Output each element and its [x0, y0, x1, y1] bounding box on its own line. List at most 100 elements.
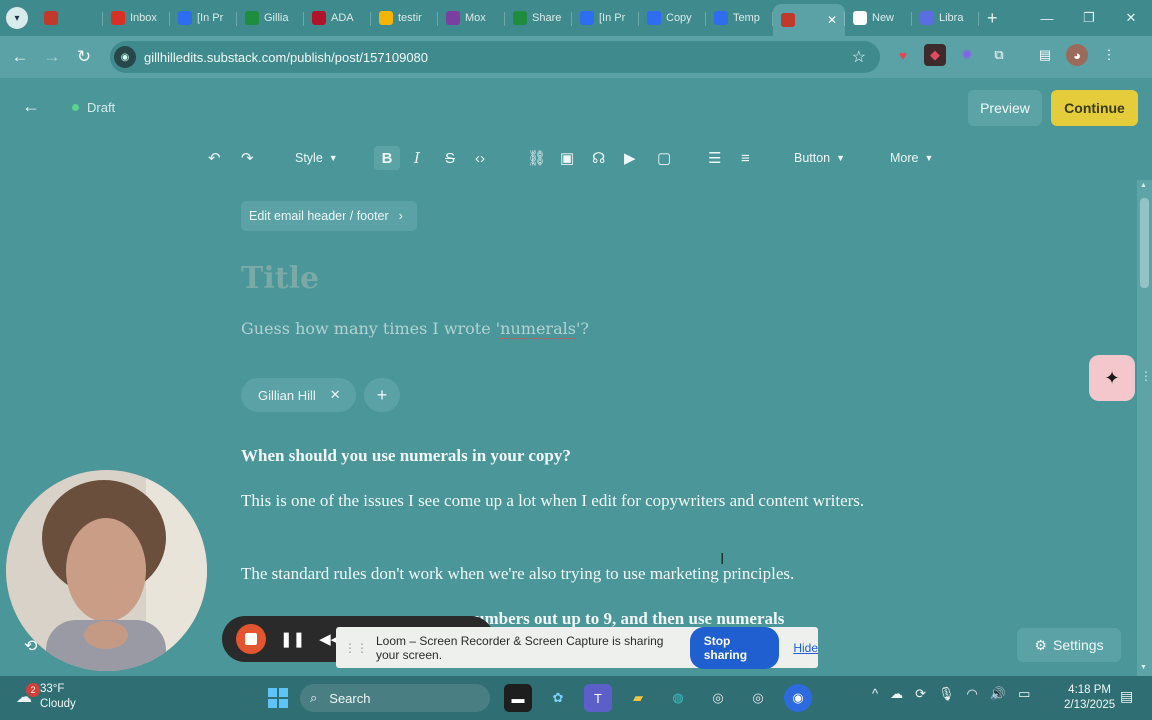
browser-tab[interactable]: [In Pr	[170, 4, 237, 32]
post-heading[interactable]: When should you use numerals in your cop…	[241, 442, 901, 469]
editor-header: ← Draft Preview Continue	[0, 78, 1152, 138]
hide-link[interactable]: Hide	[793, 641, 818, 655]
browser-tab[interactable]: Share	[505, 4, 572, 32]
profile-avatar[interactable]: ◕	[1066, 44, 1088, 66]
chevron-up-icon[interactable]: ^	[872, 686, 878, 702]
windows-start-icon[interactable]	[268, 688, 288, 708]
bookmark-star-icon[interactable]: ☆	[852, 47, 866, 67]
browser-tab[interactable]: Copy	[639, 4, 706, 32]
tab-label: Share	[532, 12, 562, 24]
loom-extension-icon[interactable]: ◆	[924, 44, 946, 66]
scroll-down-icon[interactable]: ▼	[1140, 664, 1147, 671]
page-scrollbar[interactable]: ▲ ▼	[1137, 180, 1152, 676]
code-icon[interactable]: ‹›	[475, 146, 485, 170]
close-window-button[interactable]: ✕	[1110, 0, 1152, 36]
comment-icon[interactable]: ▢	[657, 146, 671, 170]
style-dropdown[interactable]: Style ▼	[295, 146, 338, 170]
notification-icon[interactable]: ▤	[1120, 688, 1133, 705]
stop-sharing-button[interactable]: Stop sharing	[689, 626, 780, 669]
taskbar-search[interactable]: ⌕ Search	[300, 684, 490, 712]
scroll-up-icon[interactable]: ▲	[1140, 182, 1147, 189]
task-view-icon[interactable]: ▬	[504, 684, 532, 712]
audio-icon[interactable]: ☊	[592, 146, 605, 170]
strikethrough-icon[interactable]: S	[445, 146, 455, 170]
floating-extension-button[interactable]: ✦	[1089, 355, 1135, 401]
site-info-icon[interactable]: ◉	[114, 46, 136, 68]
battery-icon[interactable]: ▭	[1018, 686, 1030, 702]
more-dropdown[interactable]: More ▼	[890, 146, 933, 170]
remove-author-icon[interactable]: ✕	[330, 387, 341, 403]
microphone-icon[interactable]: 🎙	[938, 686, 955, 702]
bullet-list-icon[interactable]: ☰	[708, 146, 721, 170]
italic-icon[interactable]: I	[414, 146, 420, 170]
volume-icon[interactable]: 🔊	[990, 686, 1006, 702]
formatting-toolbar: ↶ ↷ Style ▼ B I S ‹› ⛓ ▣ ☊ ▶ ▢ ☰ ≡ Button…	[0, 140, 1152, 176]
author-chip[interactable]: Gillian Hill ✕	[241, 378, 356, 412]
browser-tab[interactable]: ✕	[773, 4, 845, 36]
chrome-icon[interactable]: ◎	[704, 684, 732, 712]
zoom-icon[interactable]: ◉	[784, 684, 812, 712]
history-icon[interactable]: ⟲	[24, 636, 37, 656]
post-subtitle-input[interactable]: Guess how many times I wrote 'numerals'?	[241, 319, 589, 339]
post-paragraph-1[interactable]: This is one of the issues I see come up …	[241, 487, 901, 514]
browser-tab[interactable]: ADA	[304, 4, 371, 32]
preview-button[interactable]: Preview	[968, 90, 1042, 126]
restore-button[interactable]: ❐	[1068, 0, 1110, 36]
settings-button[interactable]: ⚙ Settings	[1017, 628, 1121, 662]
reload-button[interactable]: ↻	[68, 41, 100, 73]
drag-handle-icon[interactable]: ⋮⋮	[1140, 369, 1152, 383]
onedrive-icon[interactable]: ☁	[890, 686, 903, 702]
browser-tab[interactable]: Inbox	[103, 4, 170, 32]
browser-tab[interactable]	[36, 4, 103, 32]
post-paragraph-2[interactable]: The standard rules don't work when we're…	[241, 560, 901, 587]
back-button[interactable]: ←	[4, 41, 36, 73]
teams-icon[interactable]: T	[584, 684, 612, 712]
clock[interactable]: 4:18 PM 2/13/2025	[1064, 683, 1115, 713]
address-bar[interactable]: ◉ gillhilledits.substack.com/publish/pos…	[110, 41, 880, 73]
browser-tab[interactable]: Libra	[912, 4, 979, 32]
puzzle-icon[interactable]: ⧉	[988, 44, 1010, 66]
edge-icon[interactable]: ◍	[664, 684, 692, 712]
continue-button[interactable]: Continue	[1051, 90, 1138, 126]
redo-icon[interactable]: ↷	[241, 146, 254, 170]
file-explorer-icon[interactable]: ▰	[624, 684, 652, 712]
taskbar-apps: ▬ ✿ T ▰ ◍ ◎ ◎ ◉	[504, 684, 812, 712]
back-arrow-icon[interactable]: ←	[22, 96, 40, 117]
scroll-thumb[interactable]	[1140, 198, 1149, 288]
close-tab-icon[interactable]: ✕	[827, 13, 837, 27]
pause-icon[interactable]: ❚❚	[280, 630, 305, 648]
numbered-list-icon[interactable]: ≡	[741, 146, 750, 170]
stop-recording-button[interactable]	[236, 624, 266, 654]
forward-button[interactable]: →	[36, 41, 68, 73]
flower-extension-icon[interactable]: ✺	[956, 44, 978, 66]
wifi-icon[interactable]: ◠	[967, 686, 978, 702]
kebab-menu-icon[interactable]: ⋮	[1098, 44, 1120, 66]
browser-tab[interactable]: New	[845, 4, 912, 32]
weather-widget[interactable]: ☁ 2 33°F Cloudy	[16, 682, 76, 712]
copilot-icon[interactable]: ✿	[544, 684, 572, 712]
pocket-icon[interactable]: ♥	[892, 44, 914, 66]
browser-tab[interactable]: Temp	[706, 4, 773, 32]
reading-list-icon[interactable]: ▤	[1034, 44, 1056, 66]
button-dropdown[interactable]: Button ▼	[794, 146, 845, 170]
tab-label: Copy	[666, 12, 692, 24]
post-title-input[interactable]: Title	[241, 261, 319, 296]
bold-icon[interactable]: B	[374, 146, 400, 170]
browser-tab[interactable]: Gillia	[237, 4, 304, 32]
video-icon[interactable]: ▶	[624, 146, 636, 170]
drag-handle-icon[interactable]: ⋮⋮	[344, 641, 368, 655]
add-author-button[interactable]: +	[364, 378, 400, 412]
browser-tab[interactable]: [In Pr	[572, 4, 639, 32]
image-icon[interactable]: ▣	[560, 146, 574, 170]
sync-icon[interactable]: ⟳	[915, 686, 926, 702]
tab-search-button[interactable]: ▾	[6, 7, 28, 29]
edit-email-header-button[interactable]: Edit email header / footer ›	[241, 201, 417, 231]
undo-icon[interactable]: ↶	[208, 146, 221, 170]
minimize-button[interactable]: —	[1026, 0, 1068, 36]
browser-tab[interactable]: Mox	[438, 4, 505, 32]
chrome-profile-icon[interactable]: ◎	[744, 684, 772, 712]
link-icon[interactable]: ⛓	[527, 146, 546, 170]
new-tab-button[interactable]: +	[987, 8, 998, 29]
tab-label: Temp	[733, 12, 760, 24]
browser-tab[interactable]: testir	[371, 4, 438, 32]
